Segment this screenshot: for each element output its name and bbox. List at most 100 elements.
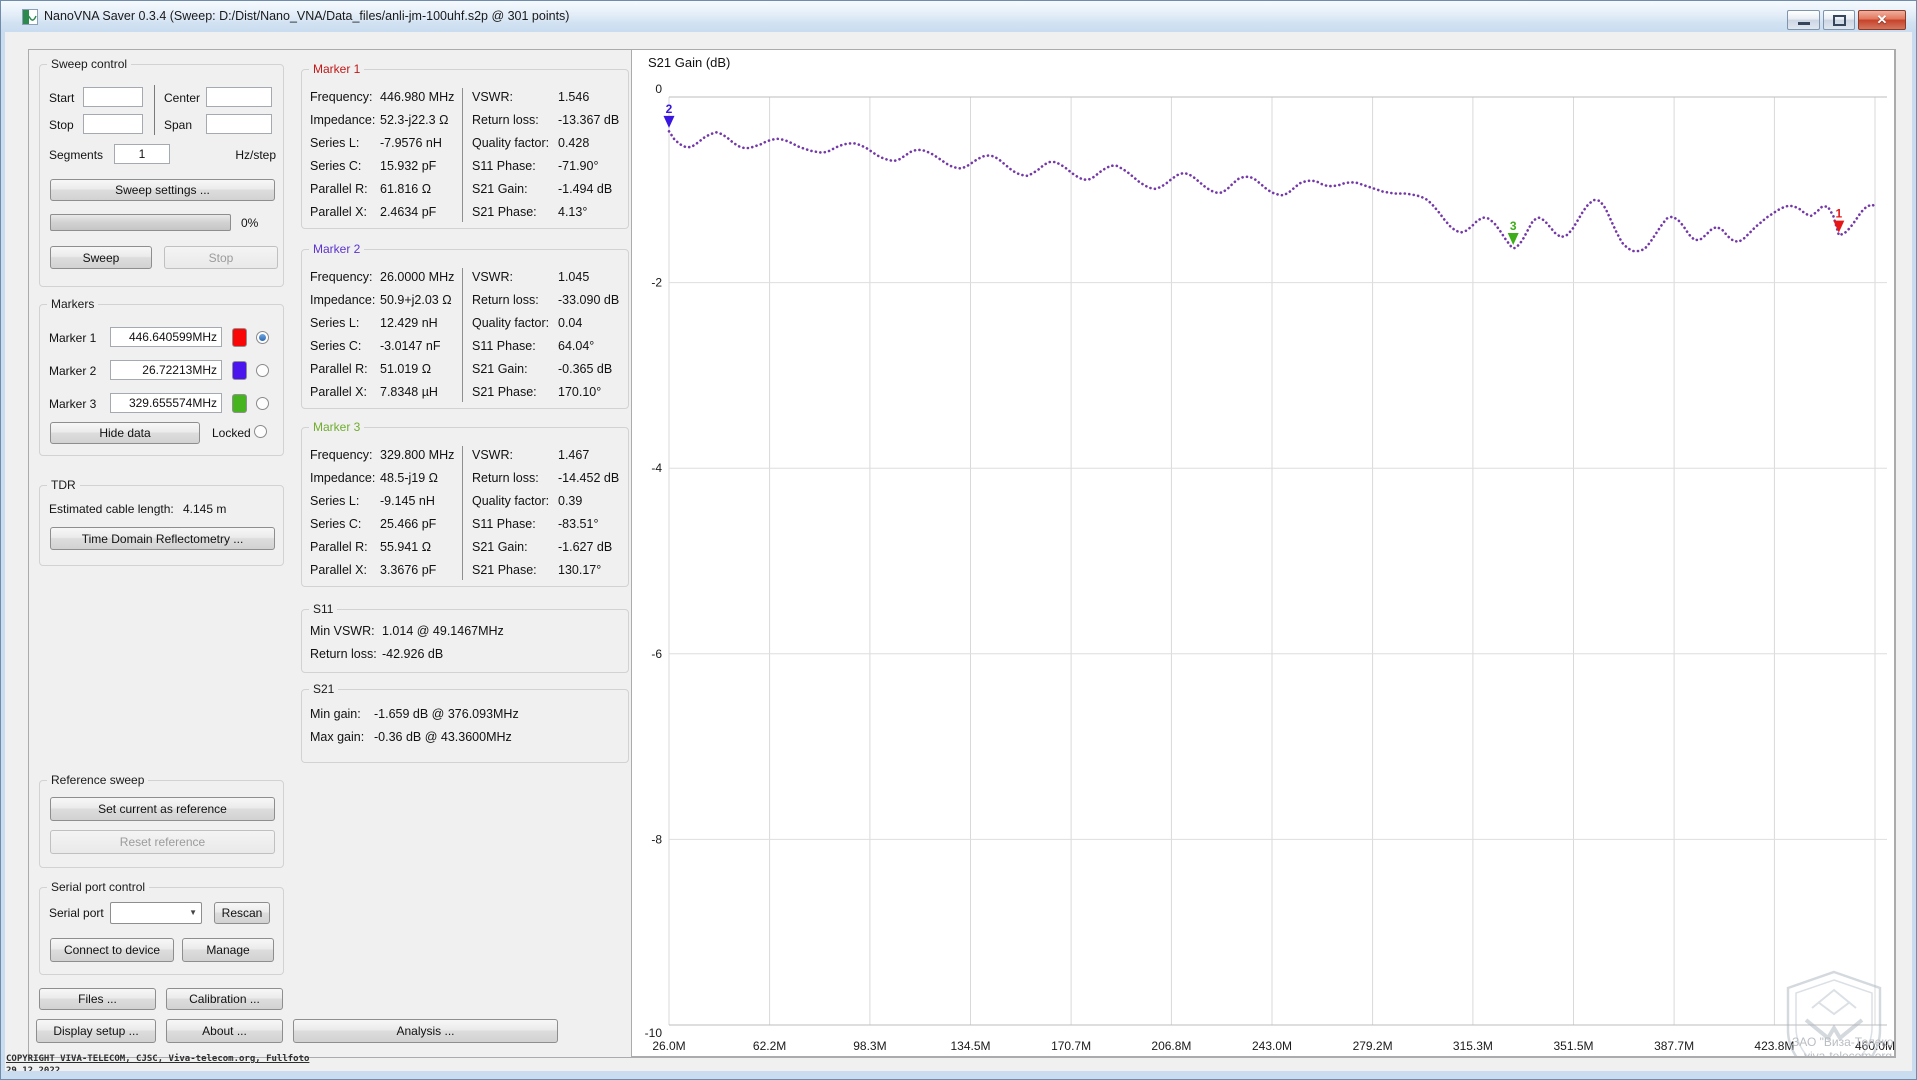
field-value: 1.467 (558, 448, 589, 462)
x-tick-label: 243.0M (1252, 1039, 1292, 1053)
field-label: Frequency: (310, 448, 373, 462)
sweep-settings-button[interactable]: Sweep settings ... (50, 179, 275, 201)
field-label: Quality factor: (472, 494, 549, 508)
marker-number-label: 2 (666, 102, 673, 116)
serial-port-title: Serial port control (47, 880, 149, 895)
s11-summary-panel: S11 Min VSWR:1.014 @ 49.1467MHz Return l… (301, 609, 629, 673)
analysis-button[interactable]: Analysis ... (293, 1019, 558, 1043)
marker-3-color-swatch[interactable] (232, 394, 247, 413)
marker-number-label: 3 (1510, 219, 1517, 233)
copyright-watermark: COPYRIGHT VIVA-TELECOM, CJSC, Viva-telec… (6, 1053, 309, 1071)
cable-length-label: Estimated cable length: (49, 502, 174, 516)
x-tick-label: 279.2M (1353, 1039, 1393, 1053)
field-value: 26.0000 MHz (380, 270, 454, 284)
watermark-company: ЗАО "Виза-Телеком" (1792, 1035, 1895, 1049)
tdr-title: TDR (47, 478, 80, 493)
chart-title: S21 Gain (dB) (648, 55, 730, 70)
y-tick-label: -8 (651, 832, 662, 846)
chart-plot-area[interactable]: 26.0M62.2M98.3M134.5M170.7M206.8M243.0M2… (632, 50, 1894, 1056)
chart-marker-1: 1 (1833, 207, 1844, 233)
sweep-button[interactable]: Sweep (50, 246, 152, 269)
marker-1-color-swatch[interactable] (232, 328, 247, 347)
reset-reference-button[interactable]: Reset reference (50, 830, 275, 854)
app-icon (22, 9, 38, 25)
field-label: Return loss: (472, 293, 539, 307)
field-value: 0.428 (558, 136, 589, 150)
serial-port-group: Serial port control Serial port ▼ Rescan… (39, 887, 284, 975)
x-tick-label: 98.3M (853, 1039, 886, 1053)
panel-divider (462, 446, 463, 580)
locked-radio[interactable] (254, 425, 267, 438)
field-value: -0.365 dB (558, 362, 612, 376)
segments-input[interactable] (114, 144, 170, 164)
start-input[interactable] (83, 87, 143, 107)
sweep-progress-bar (50, 214, 231, 231)
field-label: VSWR: (472, 448, 513, 462)
field-value: 50.9+j2.03 Ω (380, 293, 452, 307)
stop-input[interactable] (83, 114, 143, 134)
field-value: 446.980 MHz (380, 90, 454, 104)
s11-row: Return loss:-42.926 dB (310, 647, 443, 661)
field-value: 1.045 (558, 270, 589, 284)
field-label: Return loss: (472, 471, 539, 485)
tdr-button[interactable]: Time Domain Reflectometry ... (50, 527, 275, 550)
field-value: 2.4634 pF (380, 205, 436, 219)
field-value: 4.13° (558, 205, 587, 219)
minimize-button[interactable] (1787, 10, 1820, 30)
display-setup-button[interactable]: Display setup ... (36, 1019, 156, 1043)
marker-1-select-radio[interactable] (256, 331, 269, 344)
maximize-button[interactable] (1823, 10, 1855, 30)
field-label: S21 Gain: (472, 540, 528, 554)
s21-row: Max gain:-0.36 dB @ 43.3600MHz (310, 730, 512, 744)
marker-3-data-title: Marker 3 (309, 420, 364, 435)
serial-port-select[interactable]: ▼ (110, 902, 202, 924)
field-label: Series C: (310, 159, 361, 173)
serial-port-label: Serial port (49, 906, 104, 920)
about-button[interactable]: About ... (166, 1019, 283, 1043)
marker-2-select-radio[interactable] (256, 364, 269, 377)
marker-3-frequency-input[interactable] (110, 393, 222, 413)
reference-sweep-title: Reference sweep (47, 773, 148, 788)
span-input[interactable] (206, 114, 272, 134)
field-value: 61.816 Ω (380, 182, 431, 196)
connect-device-button[interactable]: Connect to device (50, 938, 174, 962)
close-button[interactable]: ✕ (1858, 10, 1906, 30)
copyright-line2: 29.12.2022 (6, 1065, 309, 1071)
rescan-button[interactable]: Rescan (214, 902, 270, 924)
center-label: Center (164, 91, 200, 105)
chart-marker-2: 2 (664, 102, 675, 128)
span-label: Span (164, 118, 192, 132)
hz-step-label: Hz/step (210, 148, 276, 162)
marker-triangle-icon (1833, 221, 1844, 233)
field-label: Quality factor: (472, 316, 549, 330)
field-value: 1.546 (558, 90, 589, 104)
field-value: -13.367 dB (558, 113, 619, 127)
y-tick-label: 0 (655, 82, 662, 96)
marker-2-color-swatch[interactable] (232, 361, 247, 380)
manage-button[interactable]: Manage (182, 938, 274, 962)
x-tick-label: 315.3M (1453, 1039, 1493, 1053)
field-value: 25.466 pF (380, 517, 436, 531)
field-label: Return loss: (472, 113, 539, 127)
stop-button[interactable]: Stop (164, 246, 278, 269)
center-input[interactable] (206, 87, 272, 107)
title-bar[interactable]: NanoVNA Saver 0.3.4 (Sweep: D:/Dist/Nano… (1, 1, 1916, 32)
set-reference-button[interactable]: Set current as reference (50, 797, 275, 821)
calibration-button[interactable]: Calibration ... (166, 988, 283, 1010)
start-label: Start (49, 91, 74, 105)
files-button[interactable]: Files ... (39, 988, 156, 1010)
field-value: -83.51° (558, 517, 598, 531)
marker-1-frequency-input[interactable] (110, 327, 222, 347)
minimize-icon (1798, 22, 1810, 25)
field-value: 0.39 (558, 494, 582, 508)
marker-3-data-panel: Marker 3Frequency:329.800 MHzVSWR:1.467I… (301, 427, 629, 587)
marker-2-frequency-input[interactable] (110, 360, 222, 380)
column-divider (154, 85, 155, 135)
s21-gain-chart[interactable]: S21 Gain (dB) 26.0M62.2M98.3M134.5M170.7… (631, 49, 1895, 1057)
segments-label: Segments (49, 148, 103, 162)
field-label: Parallel X: (310, 563, 367, 577)
x-tick-label: 62.2M (753, 1039, 786, 1053)
field-label: Parallel R: (310, 540, 368, 554)
hide-data-button[interactable]: Hide data (50, 422, 200, 444)
marker-3-select-radio[interactable] (256, 397, 269, 410)
